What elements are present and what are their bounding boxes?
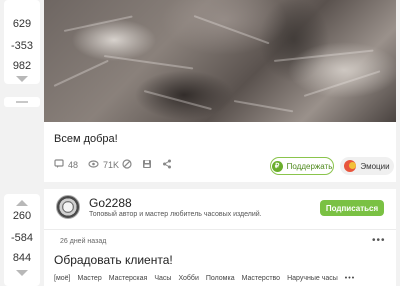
hide-icon: [122, 159, 136, 171]
views-counter: 71K: [88, 159, 119, 171]
hide-button[interactable]: [122, 159, 136, 171]
more-dots-icon[interactable]: •••: [345, 275, 355, 282]
upvote-count: 260: [12, 210, 32, 222]
more-dots-icon[interactable]: •••: [372, 236, 386, 246]
author-block: Go2288 Топовый автор и мастер любитель ч…: [44, 189, 396, 227]
rating-total: 982: [12, 60, 32, 72]
comment-icon: [54, 159, 68, 171]
post-actions: 48 71K ₽ Поддержать Эмоции: [54, 157, 394, 175]
share-icon: [162, 159, 176, 171]
arrow-up-icon[interactable]: [16, 200, 28, 206]
tag[interactable]: Мастерство: [242, 275, 280, 282]
arrow-down-icon[interactable]: [16, 270, 28, 276]
upvote-count: 629: [12, 18, 32, 30]
post-text: Всем добра!: [54, 133, 118, 145]
post-image[interactable]: [44, 0, 396, 122]
post-time: 26 дней назад: [60, 238, 107, 245]
tag[interactable]: Часы: [154, 275, 171, 282]
tag[interactable]: Хобби: [178, 275, 198, 282]
avatar[interactable]: [56, 195, 80, 219]
tag[interactable]: [моё]: [54, 275, 71, 282]
downvote-count: -353: [10, 40, 34, 52]
support-label: Поддержать: [286, 161, 333, 171]
tag-list: [моё] Мастер Мастерская Часы Хобби Полом…: [54, 275, 362, 282]
downvote-count: -584: [10, 232, 34, 244]
collapse-button[interactable]: [4, 97, 40, 107]
emotions-label: Эмоции: [360, 161, 390, 171]
post-title[interactable]: Обрадовать клиента!: [54, 253, 173, 267]
author-description: Топовый автор и мастер любитель часовых …: [89, 211, 262, 218]
divider: [44, 229, 396, 230]
share-button[interactable]: [162, 159, 176, 171]
vote-panel-post2: 260 -584 844: [4, 194, 40, 286]
comments-count: 48: [68, 160, 79, 170]
save-icon: [142, 159, 156, 171]
views-count: 71K: [103, 160, 120, 170]
save-button[interactable]: [142, 159, 156, 171]
post-card: Go2288 Топовый автор и мастер любитель ч…: [44, 189, 396, 286]
tag[interactable]: Наручные часы: [287, 275, 338, 282]
emotion-icon: [344, 160, 357, 172]
subscribe-button[interactable]: Подписаться: [320, 200, 384, 216]
comments-button[interactable]: 48: [54, 159, 78, 171]
tag[interactable]: Мастер: [78, 275, 102, 282]
post-card: Всем добра! 48 71K ₽ Поддержать Эмоции: [44, 0, 396, 182]
tag[interactable]: Поломка: [206, 275, 235, 282]
support-icon: ₽: [271, 160, 283, 172]
eye-icon: [88, 159, 103, 171]
emotions-button[interactable]: Эмоции: [340, 157, 394, 175]
rating-rail: 629 -353 982 260 -584 844: [0, 0, 44, 286]
tag[interactable]: Мастерская: [109, 275, 148, 282]
vote-panel-post1: 629 -353 982: [4, 0, 40, 84]
author-name[interactable]: Go2288: [89, 196, 132, 210]
rating-total: 844: [12, 252, 32, 264]
arrow-down-icon[interactable]: [16, 76, 28, 82]
support-button[interactable]: ₽ Поддержать: [270, 157, 334, 175]
